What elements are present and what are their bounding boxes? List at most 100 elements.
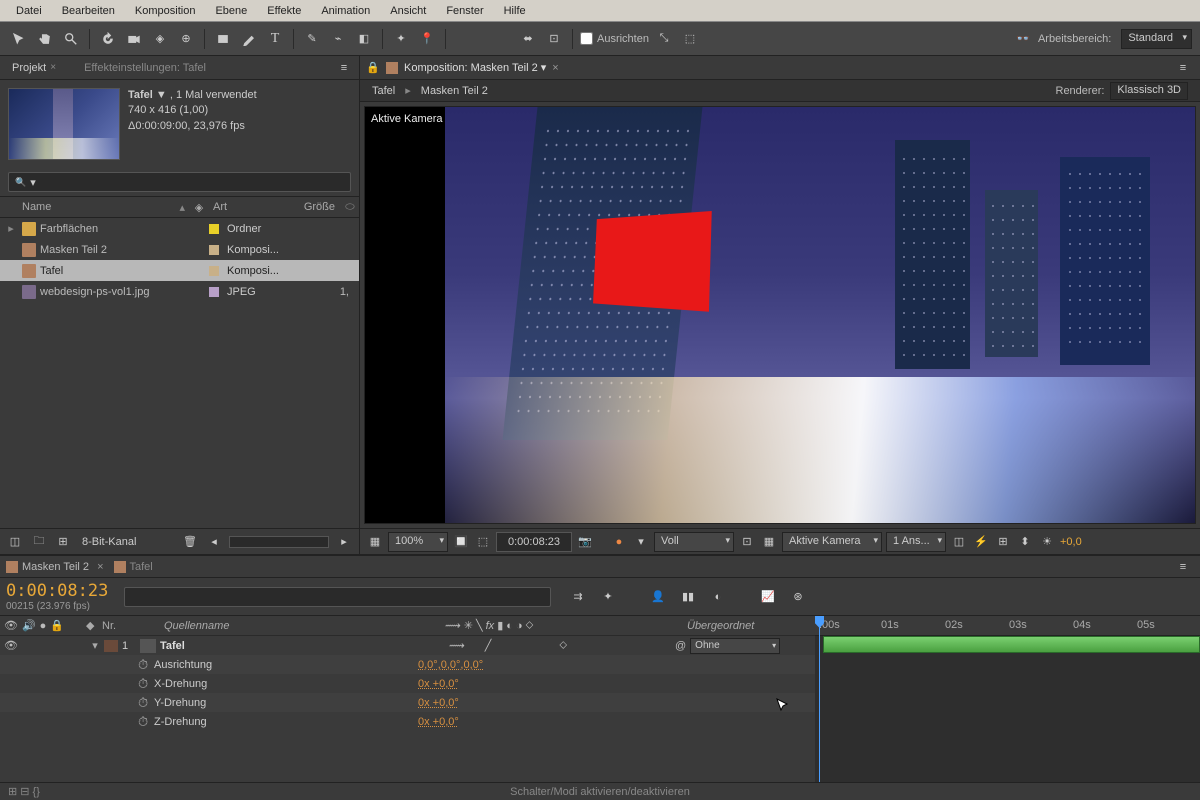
new-folder-icon[interactable]: 🗀: [30, 533, 48, 551]
label-color-chip[interactable]: [209, 224, 219, 234]
toggle-alpha-icon[interactable]: ⬚: [474, 533, 492, 551]
hand-tool-icon[interactable]: [34, 28, 56, 50]
property-value[interactable]: 0x +0,0°: [414, 716, 815, 728]
axis-mode-2-icon[interactable]: ⊡: [543, 28, 565, 50]
panel-menu-icon[interactable]: ≡: [1172, 57, 1194, 79]
timeline-timecode[interactable]: 0:00:08:23: [6, 581, 108, 601]
snap-opt2-icon[interactable]: ⬚: [679, 28, 701, 50]
brainstorm-icon[interactable]: ⊛: [787, 586, 809, 608]
roi-icon[interactable]: ⊡: [738, 533, 756, 551]
audio-column-icon[interactable]: 🔊: [22, 619, 36, 632]
close-icon[interactable]: ×: [50, 62, 56, 73]
stopwatch-icon[interactable]: ⏱: [138, 676, 154, 692]
label-color-chip[interactable]: [209, 245, 219, 255]
draft-3d-icon[interactable]: ✦: [597, 586, 619, 608]
label-color-chip[interactable]: [104, 640, 118, 652]
menu-edit[interactable]: Bearbeiten: [52, 3, 125, 19]
project-item-image[interactable]: webdesign-ps-vol1.jpg JPEG1,: [0, 281, 359, 302]
workspace-dropdown[interactable]: Standard: [1121, 29, 1192, 49]
comp-flow-icon[interactable]: ⬍: [1016, 533, 1034, 551]
menu-layer[interactable]: Ebene: [205, 3, 257, 19]
layer-duration-bar[interactable]: [823, 636, 1200, 653]
scrollbar[interactable]: [229, 536, 329, 548]
zoom-tool-icon[interactable]: [60, 28, 82, 50]
project-tab[interactable]: Projekt×: [4, 59, 64, 77]
property-value[interactable]: 0,0°,0,0°,0,0°: [414, 659, 815, 671]
roto-tool-icon[interactable]: ✦: [390, 28, 412, 50]
bit-depth-button[interactable]: 8-Bit-Kanal: [82, 536, 136, 548]
pixel-aspect-icon[interactable]: ◫: [950, 533, 968, 551]
comp-mini-flow-icon[interactable]: ⇉: [567, 586, 589, 608]
playhead[interactable]: [819, 616, 820, 782]
scroll-left-icon[interactable]: ◂: [205, 533, 223, 551]
breadcrumb-item[interactable]: Masken Teil 2: [421, 85, 488, 97]
property-row[interactable]: ⏱ X-Drehung 0x +0,0°: [0, 674, 815, 693]
timeline-icon[interactable]: ⊞: [994, 533, 1012, 551]
search-help-icon[interactable]: 👓: [1012, 28, 1034, 50]
close-icon[interactable]: ×: [552, 62, 558, 74]
renderer-dropdown[interactable]: Klassisch 3D: [1110, 82, 1188, 100]
menu-help[interactable]: Hilfe: [494, 3, 536, 19]
fast-preview-icon[interactable]: ⚡: [972, 533, 990, 551]
project-column-header[interactable]: Name▴ ◈ Art Größe ⬭: [0, 196, 359, 218]
effect-settings-tab[interactable]: Effekteinstellungen: Tafel: [76, 59, 214, 77]
quality-toggle[interactable]: ╱: [485, 639, 492, 652]
timeline-footer-hint[interactable]: Schalter/Modi aktivieren/deaktivieren: [510, 786, 690, 798]
menu-file[interactable]: Datei: [6, 3, 52, 19]
transparency-grid-icon[interactable]: ▦: [760, 533, 778, 551]
resolution-dropdown[interactable]: Voll: [654, 532, 734, 552]
expand-toggle[interactable]: ▾: [86, 639, 104, 652]
menu-window[interactable]: Fenster: [436, 3, 493, 19]
solo-column-icon[interactable]: ●: [40, 620, 47, 632]
rotate-tool-icon[interactable]: [97, 28, 119, 50]
lock-icon[interactable]: 🔒: [366, 61, 380, 74]
timeline-tracks[interactable]: :00s 01s 02s 03s 04s 05s: [815, 616, 1200, 782]
property-row[interactable]: ⏱ Ausrichtung 0,0°,0,0°,0,0°: [0, 655, 815, 674]
puppet-tool-icon[interactable]: 📍: [416, 28, 438, 50]
channel-icon[interactable]: ●: [610, 533, 628, 551]
always-preview-icon[interactable]: ▦: [366, 533, 384, 551]
snapshot-icon[interactable]: 📷: [576, 533, 594, 551]
composition-viewer[interactable]: Aktive Kamera: [364, 106, 1196, 524]
property-row[interactable]: ⏱ Y-Drehung 0x +0,0°: [0, 693, 815, 712]
project-item-comp[interactable]: Masken Teil 2 Komposi...: [0, 239, 359, 260]
interpret-footage-icon[interactable]: ◫: [6, 533, 24, 551]
3d-toggle[interactable]: ⬦: [559, 639, 567, 652]
hides-shy-icon[interactable]: 👤: [647, 586, 669, 608]
delete-icon[interactable]: 🗑: [181, 533, 199, 551]
graph-editor-icon[interactable]: 📈: [757, 586, 779, 608]
toggle-switches-icon[interactable]: ⊞ ⊟ {}: [8, 785, 40, 798]
camera-tool-icon[interactable]: [123, 28, 145, 50]
eraser-tool-icon[interactable]: ◧: [353, 28, 375, 50]
property-row[interactable]: ⏱ Z-Drehung 0x +0,0°: [0, 712, 815, 731]
anchor-tool-icon[interactable]: ⊕: [175, 28, 197, 50]
project-item-folder[interactable]: ▸ Farbflächen Ordner: [0, 218, 359, 239]
text-tool-icon[interactable]: T: [264, 28, 286, 50]
pen-tool-icon[interactable]: [238, 28, 260, 50]
time-ruler[interactable]: :00s 01s 02s 03s 04s 05s: [815, 616, 1200, 636]
visibility-toggle[interactable]: 👁: [4, 639, 18, 652]
menu-effects[interactable]: Effekte: [257, 3, 311, 19]
layer-name[interactable]: Tafel: [160, 640, 445, 652]
timeline-search-input[interactable]: [124, 587, 551, 607]
channel-menu-icon[interactable]: ▾: [632, 533, 650, 551]
reset-exposure-icon[interactable]: ☀: [1038, 533, 1056, 551]
scroll-right-icon[interactable]: ▸: [335, 533, 353, 551]
axis-mode-icon[interactable]: ⬌: [517, 28, 539, 50]
comp-tab[interactable]: Komposition: Masken Teil 2 ▾: [404, 61, 546, 74]
comp-flowchart-icon[interactable]: 🔲: [452, 533, 470, 551]
parent-dropdown[interactable]: Ohne: [690, 638, 780, 654]
menu-animation[interactable]: Animation: [311, 3, 380, 19]
selection-tool-icon[interactable]: [8, 28, 30, 50]
pan-behind-tool-icon[interactable]: ◈: [149, 28, 171, 50]
property-value[interactable]: 0x +0,0°: [414, 697, 799, 709]
snap-opt1-icon[interactable]: ⤡: [653, 28, 675, 50]
motion-blur-icon[interactable]: ◐: [707, 586, 729, 608]
panel-menu-icon[interactable]: ≡: [1172, 556, 1194, 578]
exposure-value[interactable]: +0,0: [1060, 536, 1082, 548]
clone-tool-icon[interactable]: ⌁: [327, 28, 349, 50]
pickwhip-icon[interactable]: @: [675, 640, 686, 652]
panel-menu-icon[interactable]: ≡: [333, 57, 355, 79]
breadcrumb-item[interactable]: Tafel: [372, 85, 395, 97]
label-color-chip[interactable]: [209, 266, 219, 276]
